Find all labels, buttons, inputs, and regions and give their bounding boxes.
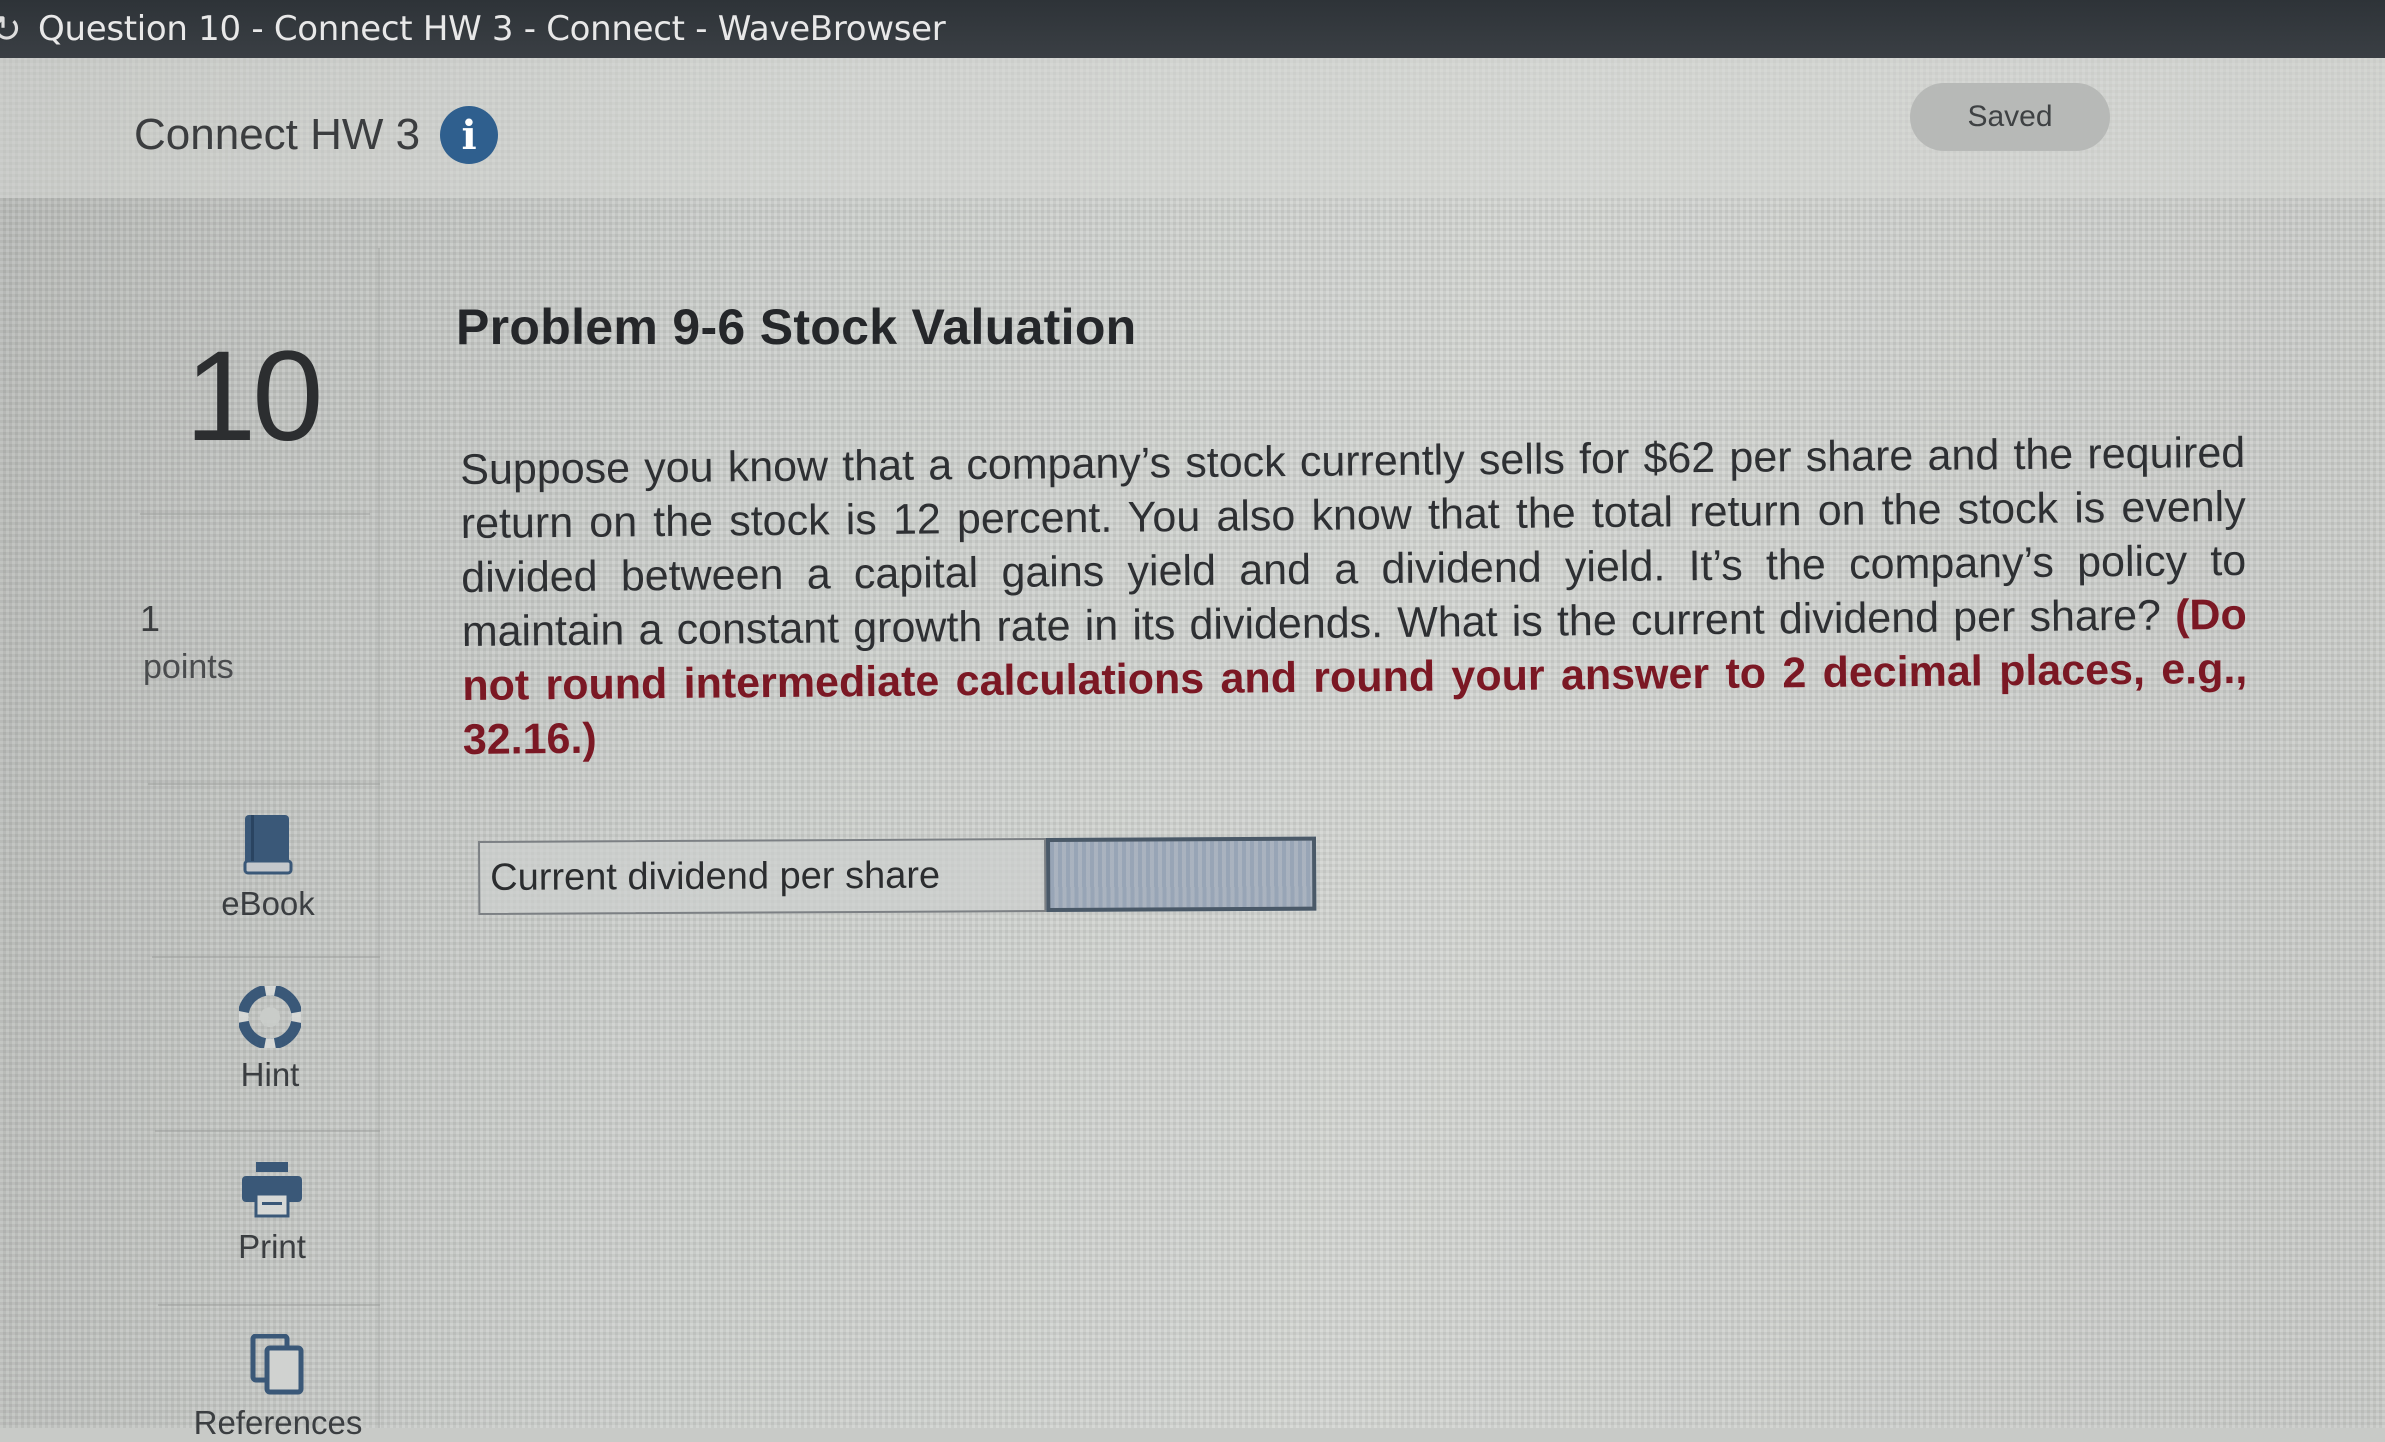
references-label: References [193, 1404, 363, 1441]
divider [152, 956, 380, 958]
problem-body: Suppose you know that a company’s stock … [460, 428, 2247, 656]
assignment-title-text: Connect HW 3 [134, 110, 421, 159]
ebook-button[interactable]: eBook [148, 813, 388, 923]
divider [158, 1304, 380, 1306]
print-button[interactable]: Print [152, 1160, 392, 1266]
current-dividend-input[interactable] [1045, 836, 1317, 913]
divider [148, 783, 380, 785]
book-icon [243, 815, 293, 875]
reload-icon[interactable]: ↻ [0, 0, 26, 58]
answer-label: Current dividend per share [478, 838, 1047, 915]
copy-icon [250, 1334, 304, 1395]
print-label: Print [238, 1228, 306, 1265]
question-number: 10 [185, 325, 323, 468]
window-title: Question 10 - Connect HW 3 - Connect - W… [38, 9, 946, 49]
lifebuoy-icon [239, 986, 301, 1048]
problem-text: Suppose you know that a company’s stock … [460, 426, 2248, 767]
divider [155, 1130, 380, 1132]
divider [140, 513, 370, 515]
problem-title: Problem 9-6 Stock Valuation [456, 299, 1137, 355]
info-icon[interactable]: i [440, 106, 499, 164]
browser-title-bar: ↻ Question 10 - Connect HW 3 - Connect -… [0, 0, 2385, 58]
ebook-label: eBook [221, 885, 315, 922]
points-value: 1 [140, 598, 161, 639]
printer-icon [242, 1162, 302, 1218]
references-button[interactable]: References [158, 1334, 398, 1442]
answer-row: Current dividend per share [478, 836, 1317, 915]
hint-label: Hint [240, 1056, 300, 1093]
hint-button[interactable]: Hint [150, 986, 390, 1094]
points-label: points [143, 648, 234, 686]
saved-status-badge: Saved [1910, 83, 2110, 151]
assignment-title: Connect HW 3 i [134, 106, 499, 164]
page: Connect HW 3 i Saved 10 1 points eBook H… [0, 58, 2385, 1441]
